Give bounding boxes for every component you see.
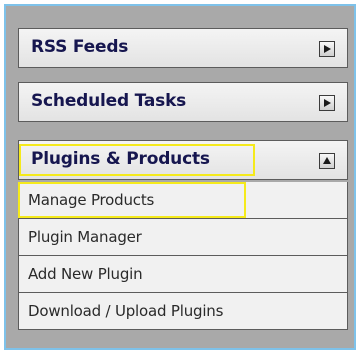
section-header-scheduled-tasks[interactable]: Scheduled Tasks [18,82,348,122]
section-header-plugins-products[interactable]: Plugins & Products [18,140,348,180]
triangle-right-icon [324,99,331,107]
section-label-rss-feeds: RSS Feeds [31,37,129,57]
section-label-plugins-products: Plugins & Products [31,149,210,169]
submenu-item-manage-products[interactable]: Manage Products [18,182,348,219]
submenu-item-plugin-manager[interactable]: Plugin Manager [18,219,348,256]
sidebar-panel: RSS Feeds Scheduled Tasks Plugins & Prod… [4,4,356,350]
submenu-item-label: Plugin Manager [28,228,142,246]
submenu-item-add-new-plugin[interactable]: Add New Plugin [18,256,348,293]
submenu-item-label: Download / Upload Plugins [28,302,224,320]
collapse-button-plugins-products[interactable] [319,153,335,169]
submenu-item-download-upload-plugins[interactable]: Download / Upload Plugins [18,293,348,330]
submenu-item-label: Manage Products [28,191,155,209]
triangle-up-icon [323,157,331,164]
submenu-plugins-products: Manage Products Plugin Manager Add New P… [18,182,348,330]
triangle-right-icon [324,45,331,53]
expand-button-scheduled-tasks[interactable] [319,95,335,111]
sidebar-panel-background: RSS Feeds Scheduled Tasks Plugins & Prod… [6,6,354,348]
section-label-scheduled-tasks: Scheduled Tasks [31,91,187,111]
section-header-rss-feeds[interactable]: RSS Feeds [18,28,348,68]
submenu-item-label: Add New Plugin [28,265,143,283]
expand-button-rss-feeds[interactable] [319,41,335,57]
